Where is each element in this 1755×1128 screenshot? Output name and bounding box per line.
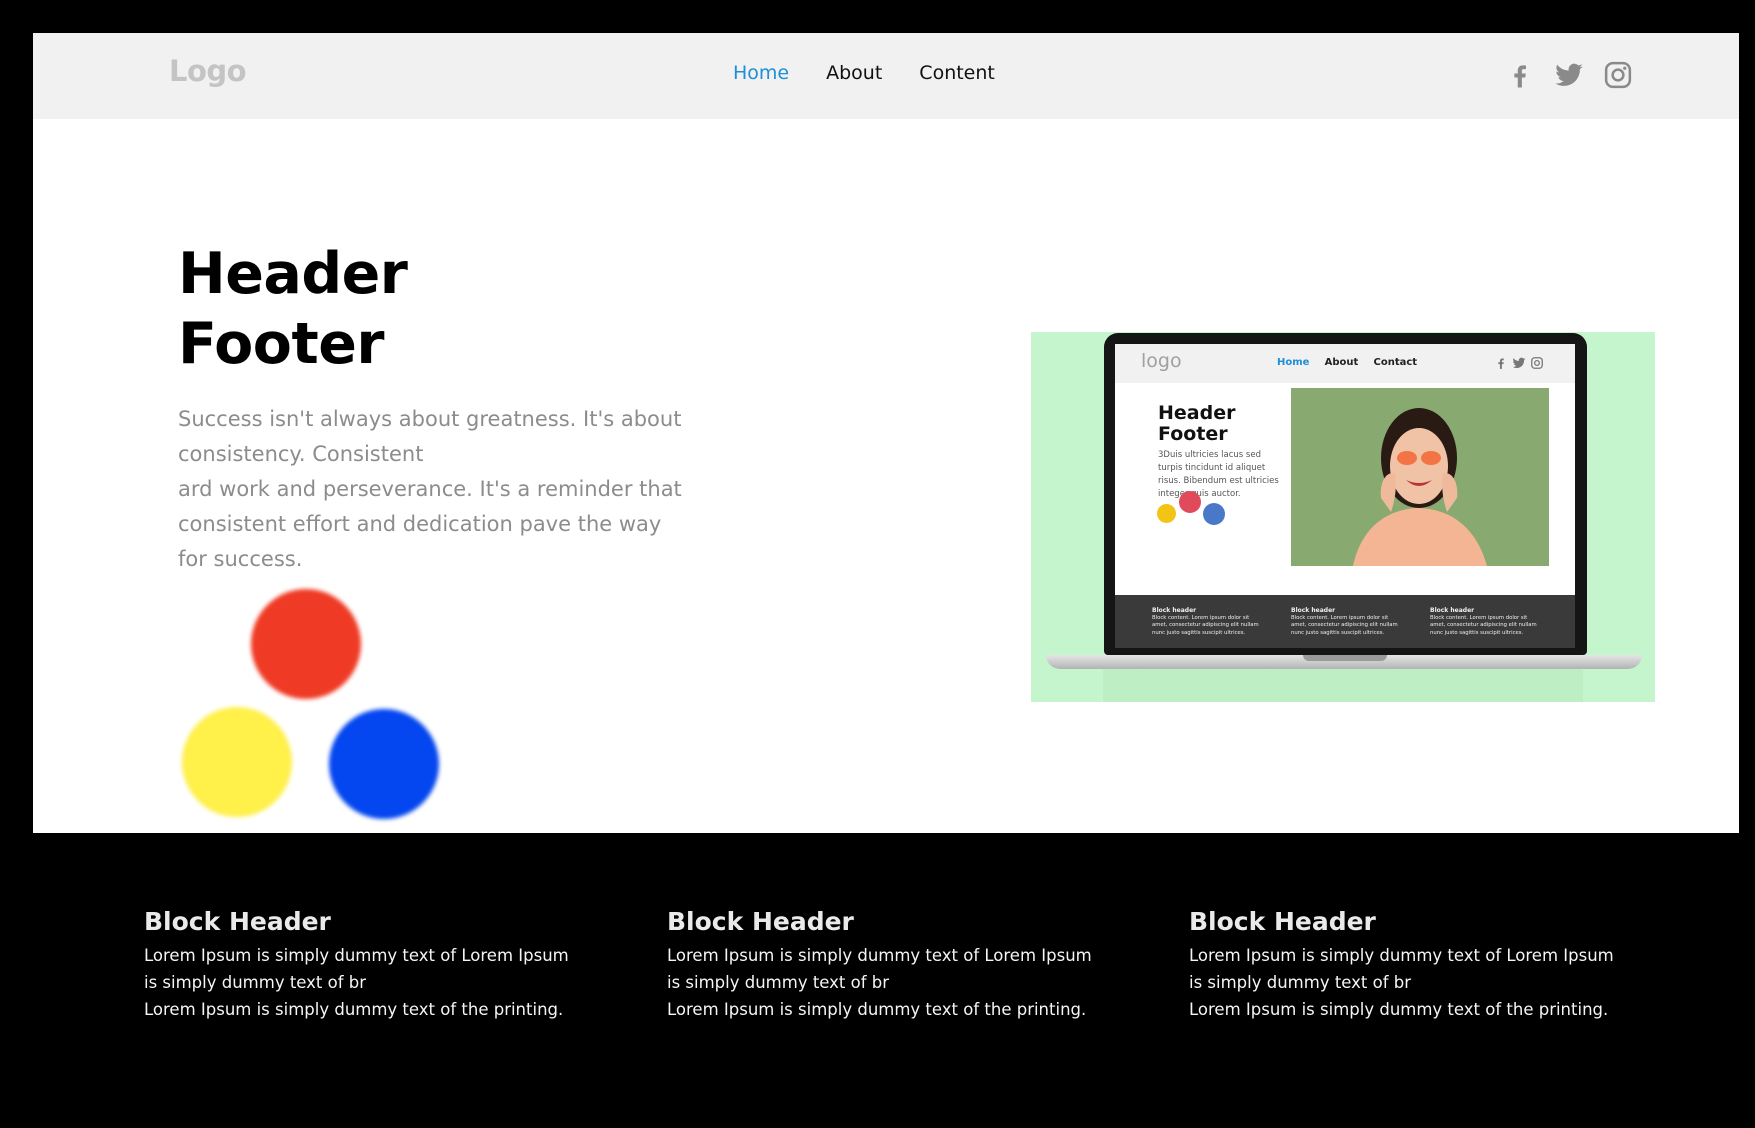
nav-link-content[interactable]: Content [919,64,995,83]
facebook-icon[interactable] [1505,60,1535,90]
mockup-photo [1291,388,1549,566]
footer-block-2: Block Header Lorem Ipsum is simply dummy… [667,905,1137,1023]
hero-text-line: for success. [178,547,303,571]
mockup-social [1494,356,1548,370]
laptop-notch [1303,655,1387,661]
footer-text-line: is simply dummy text of br [667,973,890,992]
page: Logo Home About Content Header Footer Su… [0,0,1755,1128]
mockup-footer-block: Block header Block content. Lorem ipsum … [1291,607,1401,637]
footer-block-text: Lorem Ipsum is simply dummy text of Lore… [1189,942,1659,1023]
mockup-title-line2: Footer [1158,423,1228,445]
hero-title: Header Footer [178,239,408,379]
mockup-red-dot [1179,491,1201,513]
footer-block-1: Block Header Lorem Ipsum is simply dummy… [144,905,614,1023]
footer-block-heading: Block Header [1189,907,1376,936]
hero-text-line: consistent effort and dedication pave th… [178,512,662,536]
mockup-block-heading: Block header [1152,607,1197,614]
footer-block-text: Lorem Ipsum is simply dummy text of Lore… [667,942,1137,1023]
footer-text-line: is simply dummy text of br [144,973,367,992]
footer-text-line: is simply dummy text of br [1189,973,1412,992]
mockup-footer: Block header Block content. Lorem ipsum … [1115,595,1575,648]
footer-text-line: Lorem Ipsum is simply dummy text of the … [144,1000,564,1019]
footer-text-line: Lorem Ipsum is simply dummy text of the … [667,1000,1087,1019]
hero-section: Header Footer Success isn't always about… [33,119,1739,833]
hero-text-line: Success isn't always about greatness. It… [178,407,682,431]
yellow-circle [182,707,292,817]
instagram-icon [1531,357,1543,369]
hero-description: Success isn't always about greatness. It… [178,402,738,577]
mockup-nav: logo Home About Contact [1115,344,1575,383]
footer-block-heading: Block Header [667,907,854,936]
mockup-footer-block: Block header Block content. Lorem ipsum … [1430,607,1540,637]
footer-block-text: Lorem Ipsum is simply dummy text of Lore… [144,942,614,1023]
mockup-block-text: Block content. Lorem ipsum dolor sit ame… [1430,614,1537,636]
laptop-screen: logo Home About Contact Header Footer 3D… [1115,344,1575,648]
social-links [1486,60,1633,90]
twitter-icon[interactable] [1554,60,1584,90]
facebook-icon [1498,358,1504,369]
instagram-icon[interactable] [1603,60,1633,90]
nav-link-about[interactable]: About [826,64,882,83]
mockup-logo: logo [1141,350,1182,372]
mockup-yellow-dot [1157,504,1176,523]
twitter-icon [1512,357,1526,369]
mockup-link-home: Home [1277,357,1310,368]
nav-link-home[interactable]: Home [733,64,789,83]
mockup-block-text: Block content. Lorem ipsum dolor sit ame… [1291,614,1398,636]
red-circle [251,589,361,699]
mockup-link-contact: Contact [1373,357,1418,368]
hero-text-line: ard work and perseverance. It's a remind… [178,477,682,501]
footer-text-line: Lorem Ipsum is simply dummy text of Lore… [1189,946,1614,965]
footer-block-3: Block Header Lorem Ipsum is simply dummy… [1189,905,1659,1023]
mockup-title-line1: Header [1158,402,1236,424]
hero-title-line2: Footer [178,311,384,377]
woman-photo-illustration [1291,388,1549,566]
mockup-description: 3Duis ultricies lacus sed turpis tincidu… [1158,450,1279,499]
footer-text-line: Lorem Ipsum is simply dummy text of the … [1189,1000,1609,1019]
mockup-title: Header Footer [1158,403,1235,445]
mockup-links: Home About Contact [1277,358,1429,368]
mockup-blue-dot [1203,503,1225,525]
laptop-mockup-image: logo Home About Contact Header Footer 3D… [1031,332,1655,702]
footer-text-line: Lorem Ipsum is simply dummy text of Lore… [144,946,569,965]
laptop-shadow [1103,669,1583,702]
mockup-block-text: Block content. Lorem ipsum dolor sit ame… [1152,614,1259,636]
mockup-block-heading: Block header [1291,607,1336,614]
top-nav: Logo Home About Content [33,33,1739,119]
footer-block-heading: Block Header [144,907,331,936]
mockup-block-heading: Block header [1430,607,1475,614]
mockup-footer-block: Block header Block content. Lorem ipsum … [1152,607,1262,637]
hero-text-line: consistency. Consistent [178,442,424,466]
nav-links: Home About Content [733,64,1032,83]
footer-text-line: Lorem Ipsum is simply dummy text of Lore… [667,946,1092,965]
logo[interactable]: Logo [169,57,247,86]
blue-circle [329,709,439,819]
mockup-link-about: About [1324,357,1359,368]
hero-title-line1: Header [178,241,408,307]
